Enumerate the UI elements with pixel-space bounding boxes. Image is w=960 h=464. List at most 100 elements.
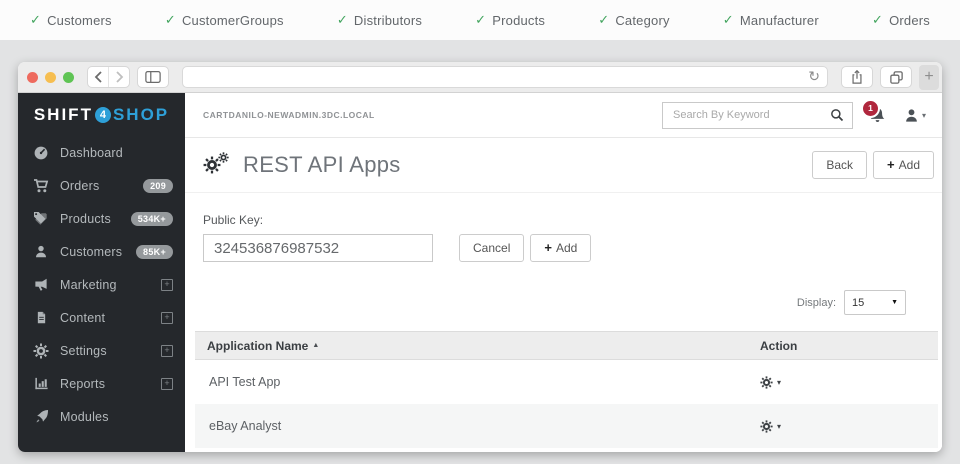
expand-plus-icon[interactable]: + [161, 312, 173, 324]
admin-app: SHIFT 4 SHOP Dashboard Orders 209 [18, 93, 942, 452]
notification-count-badge: 1 [861, 99, 880, 118]
page-title: REST API Apps [243, 152, 401, 178]
cart-icon [32, 178, 50, 194]
tags-icon [32, 211, 50, 227]
sidebar-toggle-button[interactable] [137, 66, 169, 88]
admin-header: CARTDANILO-NEWADMIN.3DC.LOCAL 1 ▾ [185, 93, 942, 138]
customers-count-badge: 85K+ [136, 245, 173, 259]
gears-icon [32, 343, 50, 359]
public-key-form: Public Key: Cancel + Add [185, 193, 942, 262]
plus-icon: + [887, 159, 895, 171]
forward-nav-button[interactable] [108, 67, 129, 87]
expand-plus-icon[interactable]: + [161, 279, 173, 291]
plus-icon: + [544, 242, 552, 254]
status-item-label: Manufacturer [740, 13, 819, 28]
sidebar-item-orders[interactable]: Orders 209 [18, 169, 185, 202]
sidebar-item-label: Modules [60, 410, 173, 424]
table-row: API Test App ▾ [195, 360, 938, 404]
sidebar-item-label: Products [60, 212, 131, 226]
caret-down-icon: ▼ [891, 299, 898, 306]
sidebar-item-label: Orders [60, 179, 143, 193]
document-icon [32, 310, 50, 326]
logo-part-4: 4 [95, 107, 111, 123]
status-item-label: Distributors [354, 13, 422, 28]
public-key-input[interactable] [203, 234, 433, 262]
sidebar-item-customers[interactable]: Customers 85K+ [18, 235, 185, 268]
page-title-row: REST API Apps Back + Add [185, 138, 942, 193]
sidebar-item-dashboard[interactable]: Dashboard [18, 136, 185, 169]
status-item-customers: ✓ Customers [30, 12, 112, 28]
expand-plus-icon[interactable]: + [161, 378, 173, 390]
back-button[interactable]: Back [812, 151, 867, 179]
add-button-form[interactable]: + Add [530, 234, 591, 262]
shift4shop-logo[interactable]: SHIFT 4 SHOP [18, 93, 185, 136]
chevron-down-icon: ▾ [922, 111, 926, 120]
status-item-manufacturer: ✓ Manufacturer [723, 12, 819, 28]
row-action-menu[interactable]: ▾ [748, 420, 938, 433]
sidebar-item-content[interactable]: Content + [18, 301, 185, 334]
search-icon[interactable] [830, 108, 844, 122]
status-item-orders: ✓ Orders [872, 12, 930, 28]
rocket-icon [32, 409, 50, 425]
status-item-label: CustomerGroups [182, 13, 284, 28]
status-item-category: ✓ Category [598, 12, 669, 28]
sidebar-item-label: Customers [60, 245, 136, 259]
sidebar-item-settings[interactable]: Settings + [18, 334, 185, 367]
gear-icon [760, 376, 773, 389]
share-button[interactable] [841, 66, 873, 88]
check-icon: ✓ [872, 12, 883, 28]
notifications-button[interactable]: 1 [869, 107, 886, 124]
new-tab-button[interactable]: + [919, 65, 939, 90]
row-action-menu[interactable]: ▾ [748, 376, 938, 389]
public-key-label: Public Key: [203, 213, 924, 227]
account-menu-button[interactable]: ▾ [904, 108, 926, 123]
close-button[interactable] [27, 72, 38, 83]
display-label: Display: [797, 297, 836, 309]
sidebar-item-label: Settings [60, 344, 161, 358]
sidebar-item-products[interactable]: Products 534K+ [18, 202, 185, 235]
sidebar-item-label: Dashboard [60, 146, 173, 160]
status-item-label: Orders [889, 13, 930, 28]
table-header: Application Name ▲ Action [195, 331, 938, 360]
products-count-badge: 534K+ [131, 212, 173, 226]
address-bar[interactable]: ↻ [182, 66, 828, 88]
display-count-value: 15 [852, 297, 864, 309]
rest-api-gears-icon [203, 152, 233, 178]
show-tabs-button[interactable] [880, 66, 912, 88]
logo-part-shift: SHIFT [34, 105, 93, 125]
status-item-label: Category [615, 13, 669, 28]
expand-plus-icon[interactable]: + [161, 345, 173, 357]
store-domain: CARTDANILO-NEWADMIN.3DC.LOCAL [203, 110, 375, 120]
display-count-select[interactable]: 15 ▼ [844, 290, 906, 315]
sidebar-item-modules[interactable]: Modules [18, 400, 185, 433]
sidebar-item-reports[interactable]: Reports + [18, 367, 185, 400]
browser-chrome: ↻ + [18, 62, 942, 93]
app-name: eBay Analyst [195, 419, 748, 433]
orders-count-badge: 209 [143, 179, 173, 193]
window-controls [27, 72, 74, 83]
sidebar: SHIFT 4 SHOP Dashboard Orders 209 [18, 93, 185, 452]
check-icon: ✓ [337, 12, 348, 28]
api-apps-table: Application Name ▲ Action API Test App ▾ [195, 331, 938, 448]
search-input[interactable] [671, 108, 830, 122]
status-item-label: Products [492, 13, 545, 28]
add-button-header[interactable]: + Add [873, 151, 934, 179]
sort-asc-icon: ▲ [312, 342, 319, 349]
refresh-icon[interactable]: ↻ [808, 68, 820, 85]
sidebar-item-label: Reports [60, 377, 161, 391]
zoom-button[interactable] [63, 72, 74, 83]
column-action: Action [748, 339, 938, 353]
minimize-button[interactable] [45, 72, 56, 83]
status-item-label: Customers [47, 13, 112, 28]
back-nav-button[interactable] [88, 67, 108, 87]
sidebar-item-marketing[interactable]: Marketing + [18, 268, 185, 301]
sidebar-item-label: Content [60, 311, 161, 325]
status-item-customergroups: ✓ CustomerGroups [165, 12, 284, 28]
chevron-right-icon [115, 71, 124, 83]
check-icon: ✓ [475, 12, 486, 28]
logo-part-shop: SHOP [113, 105, 169, 125]
chevron-left-icon [94, 71, 103, 83]
history-nav [87, 66, 130, 88]
cancel-button[interactable]: Cancel [459, 234, 524, 262]
column-application-name[interactable]: Application Name ▲ [195, 339, 748, 353]
